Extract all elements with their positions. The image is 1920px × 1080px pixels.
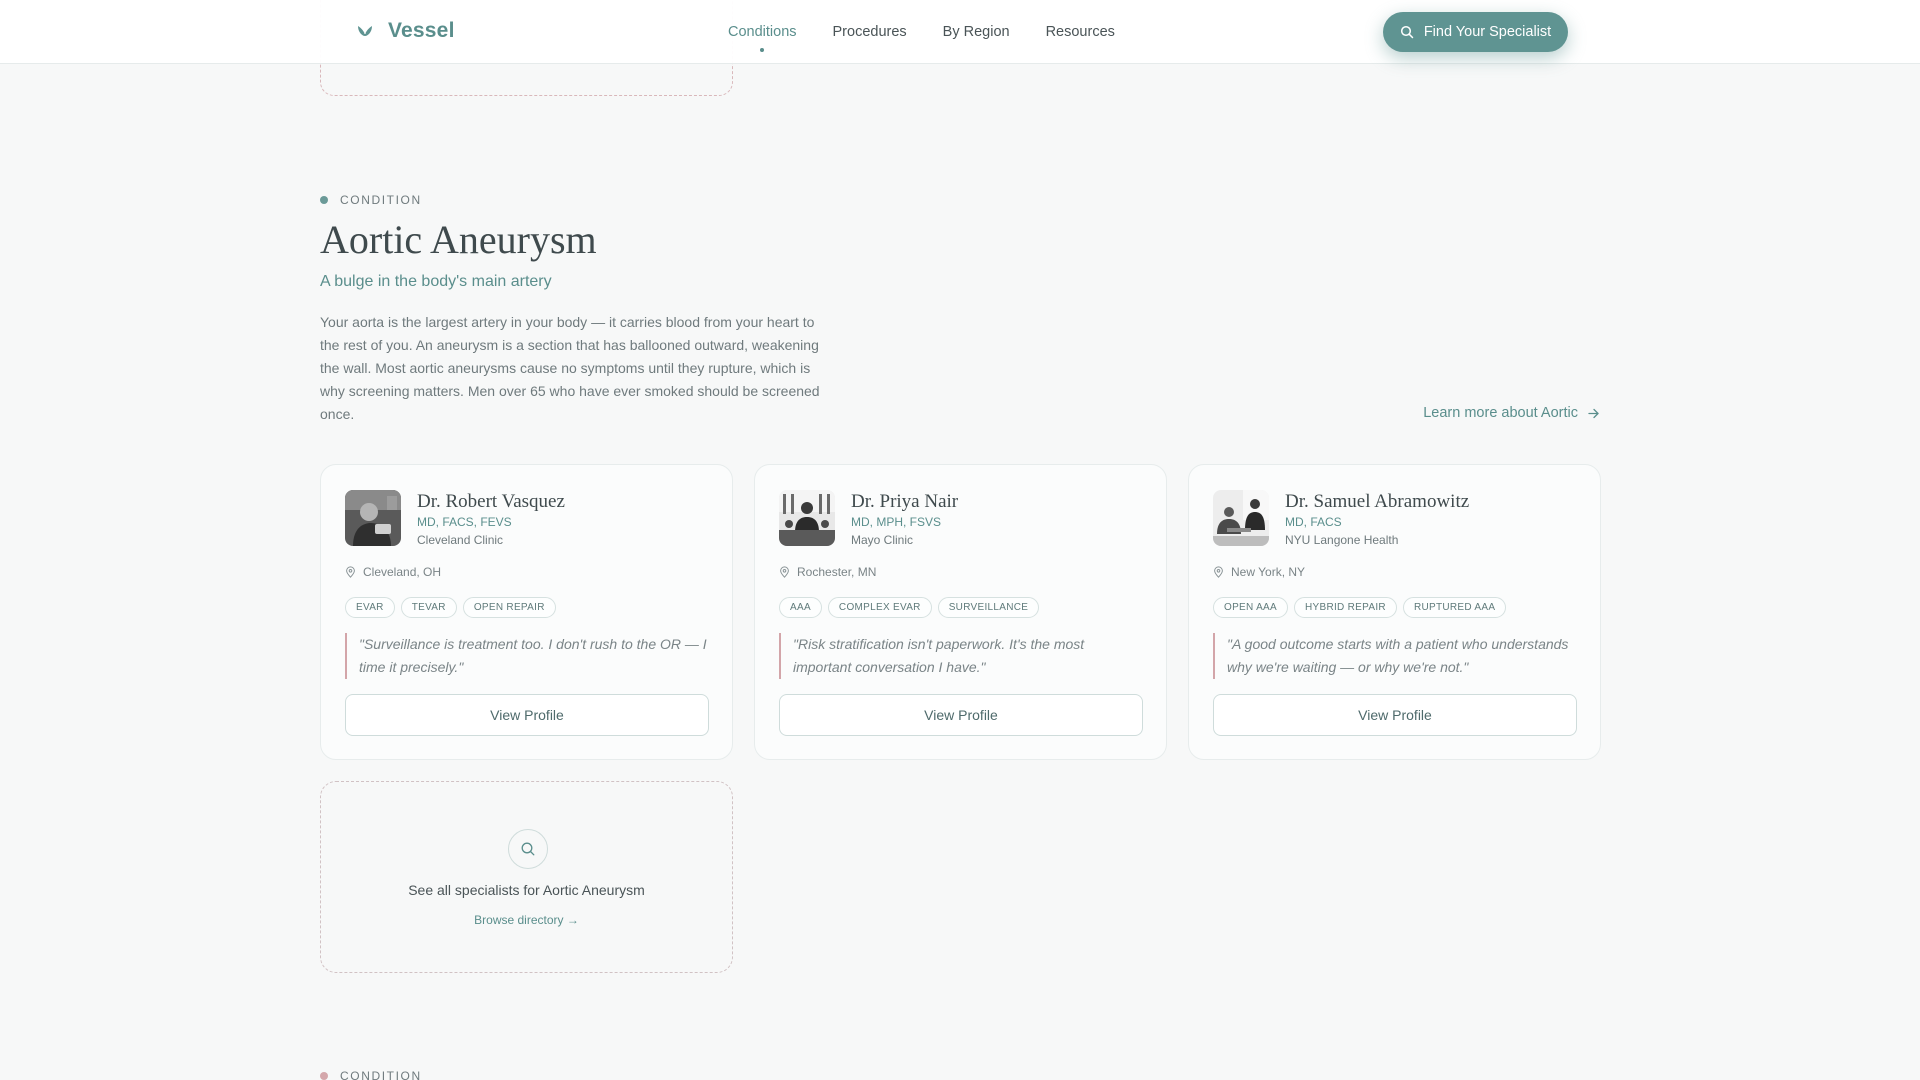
doctor-name: Dr. Robert Vasquez xyxy=(417,491,565,512)
condition-subtitle: A bulge in the body's main artery xyxy=(320,273,552,290)
eyebrow-dot xyxy=(320,196,328,204)
nav-item-by-region[interactable]: By Region xyxy=(943,24,1010,40)
map-pin-icon xyxy=(780,566,789,578)
condition-title: Aortic Aneurysm xyxy=(320,217,597,262)
specialist-card[interactable]: Dr. Priya Nair MD, MPH, FSVS Mayo Clinic… xyxy=(754,464,1167,760)
arrow-right-icon xyxy=(1588,408,1599,418)
doctor-name: Dr. Priya Nair xyxy=(851,491,959,512)
procedure-tag: AAA xyxy=(779,597,822,618)
browse-search-circle xyxy=(508,829,548,869)
doctor-credentials: MD, FACS xyxy=(1285,515,1342,529)
view-profile-button[interactable]: View Profile xyxy=(1213,694,1577,736)
search-icon xyxy=(1400,25,1414,39)
location-label: New York, NY xyxy=(1231,565,1306,579)
learn-more-label: Learn more about Aortic xyxy=(1423,405,1578,421)
vessel-logo-icon xyxy=(358,26,372,36)
specialist-card[interactable]: Dr. Robert Vasquez MD, FACS, FEVS Clevel… xyxy=(320,464,733,760)
find-specialist-button[interactable]: Find Your Specialist xyxy=(1383,12,1568,52)
procedure-tag: EVAR xyxy=(345,597,395,618)
nav-item-conditions[interactable]: Conditions xyxy=(728,24,797,52)
procedure-tags: AAA COMPLEX EVAR SURVEILLANCE xyxy=(779,597,1040,618)
procedure-tag: OPEN REPAIR xyxy=(462,597,556,618)
doctor-organization: Mayo Clinic xyxy=(851,533,914,547)
eyebrow-label: CONDITION xyxy=(340,193,422,207)
doctor-quote: "A good outcome starts with a patient wh… xyxy=(1213,633,1578,679)
doctor-organization: Cleveland Clinic xyxy=(417,533,504,547)
view-profile-button[interactable]: View Profile xyxy=(779,694,1143,736)
doctor-location: Rochester, MN xyxy=(779,565,876,579)
doctor-organization: NYU Langone Health xyxy=(1285,533,1399,547)
nav-item-procedures[interactable]: Procedures xyxy=(833,24,907,40)
doctor-photo xyxy=(345,490,401,546)
find-specialist-label: Find Your Specialist xyxy=(1423,24,1552,40)
nav-item-resources[interactable]: Resources xyxy=(1046,24,1115,40)
location-label: Cleveland, OH xyxy=(363,565,442,579)
doctor-quote: "Risk stratification isn't paperwork. It… xyxy=(779,633,1144,679)
map-pin-icon xyxy=(346,566,355,578)
brand[interactable]: Vessel xyxy=(356,19,455,43)
browse-label: See all specialists for Aortic Aneurysm xyxy=(408,882,645,898)
procedure-tag: TEVAR xyxy=(400,597,457,618)
doctor-photo-image xyxy=(1213,490,1269,546)
procedure-tag: HYBRID REPAIR xyxy=(1293,597,1397,618)
procedure-tag: RUPTURED AAA xyxy=(1402,597,1507,618)
top-navigation-bar: Vessel Conditions Procedures By Region R… xyxy=(0,0,1920,64)
doctor-location: Cleveland, OH xyxy=(345,565,441,579)
doctor-name: Dr. Samuel Abramowitz xyxy=(1285,491,1470,512)
procedure-tag: COMPLEX EVAR xyxy=(827,597,932,618)
search-icon xyxy=(521,842,535,856)
learn-more-link[interactable]: Learn more about Aortic xyxy=(1423,405,1600,421)
brand-name: Vessel xyxy=(388,19,455,42)
view-profile-button[interactable]: View Profile xyxy=(345,694,709,736)
map-pin-icon xyxy=(1214,566,1223,578)
doctor-credentials: MD, FACS, FEVS xyxy=(417,515,512,529)
procedure-tag: OPEN AAA xyxy=(1213,597,1288,618)
main-nav: Conditions Procedures By Region Resource… xyxy=(728,0,1115,64)
procedure-tags: EVAR TEVAR OPEN REPAIR xyxy=(345,597,556,618)
section-eyebrow: CONDITION xyxy=(320,193,422,207)
doctor-photo xyxy=(779,490,835,546)
specialist-card[interactable]: Dr. Samuel Abramowitz MD, FACS NYU Lango… xyxy=(1188,464,1601,760)
doctor-location: New York, NY xyxy=(1213,565,1305,579)
procedure-tag: SURVEILLANCE xyxy=(937,597,1040,618)
browse-directory-link[interactable]: Browse directory → xyxy=(321,913,732,927)
doctor-photo-image xyxy=(345,490,401,546)
doctor-photo-image xyxy=(779,490,835,546)
browse-all-specialists-tile[interactable]: See all specialists for Aortic Aneurysm … xyxy=(320,781,733,973)
doctor-credentials: MD, MPH, FSVS xyxy=(851,515,942,529)
location-label: Rochester, MN xyxy=(797,565,877,579)
procedure-tags: OPEN AAA HYBRID REPAIR RUPTURED AAA xyxy=(1213,597,1507,618)
doctor-photo xyxy=(1213,490,1269,546)
eyebrow-label: CONDITION xyxy=(340,1069,422,1080)
doctor-quote: "Surveillance is treatment too. I don't … xyxy=(345,633,710,679)
eyebrow-dot xyxy=(320,1072,328,1080)
next-section-eyebrow: CONDITION xyxy=(320,1069,422,1080)
condition-description: Your aorta is the largest artery in your… xyxy=(320,314,820,422)
